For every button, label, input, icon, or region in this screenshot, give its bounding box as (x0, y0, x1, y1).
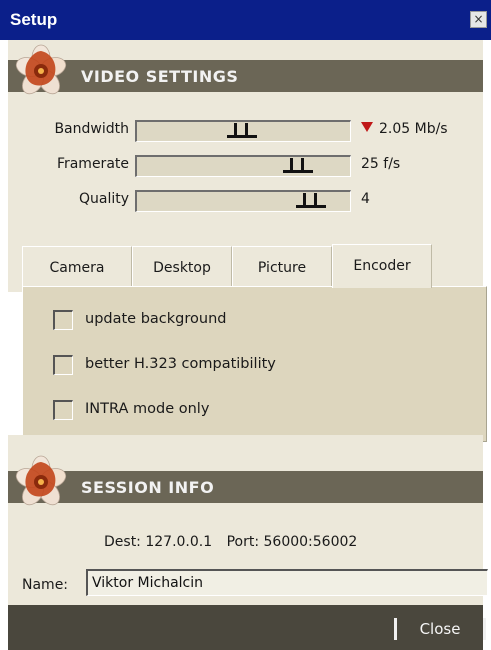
quality-label: Quality (78, 191, 129, 207)
bandwidth-label: Bandwidth (54, 121, 129, 137)
framerate-label: Framerate (56, 156, 129, 172)
session-destination-line: Dest: 127.0.0.1 Port: 56000:56002 (104, 534, 367, 550)
h323-compatibility-label: better H.323 compatibility (85, 356, 276, 372)
session-info-header: SESSION INFO (8, 471, 483, 503)
quality-slider[interactable] (135, 190, 351, 212)
bandwidth-slider[interactable] (135, 120, 351, 142)
tab-desktop[interactable]: Desktop (132, 246, 232, 286)
bandwidth-slider-thumb[interactable] (227, 123, 257, 138)
dest-text: Dest: 127.0.0.1 (104, 534, 213, 550)
title-bar: Setup × (0, 0, 491, 40)
tab-camera[interactable]: Camera (22, 246, 132, 286)
intra-mode-label: INTRA mode only (85, 401, 210, 417)
tab-picture[interactable]: Picture (232, 246, 332, 286)
update-background-checkbox[interactable] (53, 310, 73, 330)
settings-tabs: Camera Desktop Picture Encoder (22, 244, 442, 288)
window-title: Setup (10, 10, 58, 29)
video-settings-header: VIDEO SETTINGS (8, 60, 483, 92)
bandwidth-value: 2.05 Mb/s (361, 121, 448, 137)
bandwidth-slider-row: Bandwidth 2.05 Mb/s (8, 118, 483, 142)
name-input[interactable] (86, 569, 488, 596)
quality-slider-row: Quality 4 (8, 188, 483, 212)
tab-encoder[interactable]: Encoder (332, 244, 432, 288)
encoder-tab-content: update background better H.323 compatibi… (22, 286, 487, 442)
framerate-value: 25 f/s (361, 156, 401, 172)
window-close-icon[interactable]: × (470, 11, 487, 28)
h323-compatibility-checkbox[interactable] (53, 355, 73, 375)
close-button[interactable]: Close (394, 618, 486, 640)
session-info-title: SESSION INFO (81, 478, 215, 497)
bandwidth-value-text: 2.05 Mb/s (379, 121, 448, 137)
red-down-arrow-icon (361, 122, 373, 132)
footer-bar: Close (8, 605, 486, 650)
framerate-slider-thumb[interactable] (283, 158, 313, 173)
framerate-slider-row: Framerate 25 f/s (8, 153, 483, 177)
name-label: Name: (22, 577, 69, 593)
framerate-slider[interactable] (135, 155, 351, 177)
flower-logo-icon (15, 44, 67, 95)
flower-logo-icon (15, 455, 67, 506)
intra-mode-checkbox[interactable] (53, 400, 73, 420)
port-text: Port: 56000:56002 (226, 534, 358, 550)
video-settings-title: VIDEO SETTINGS (81, 67, 239, 86)
quality-value: 4 (361, 191, 370, 207)
quality-slider-thumb[interactable] (296, 193, 326, 208)
update-background-label: update background (85, 311, 227, 327)
